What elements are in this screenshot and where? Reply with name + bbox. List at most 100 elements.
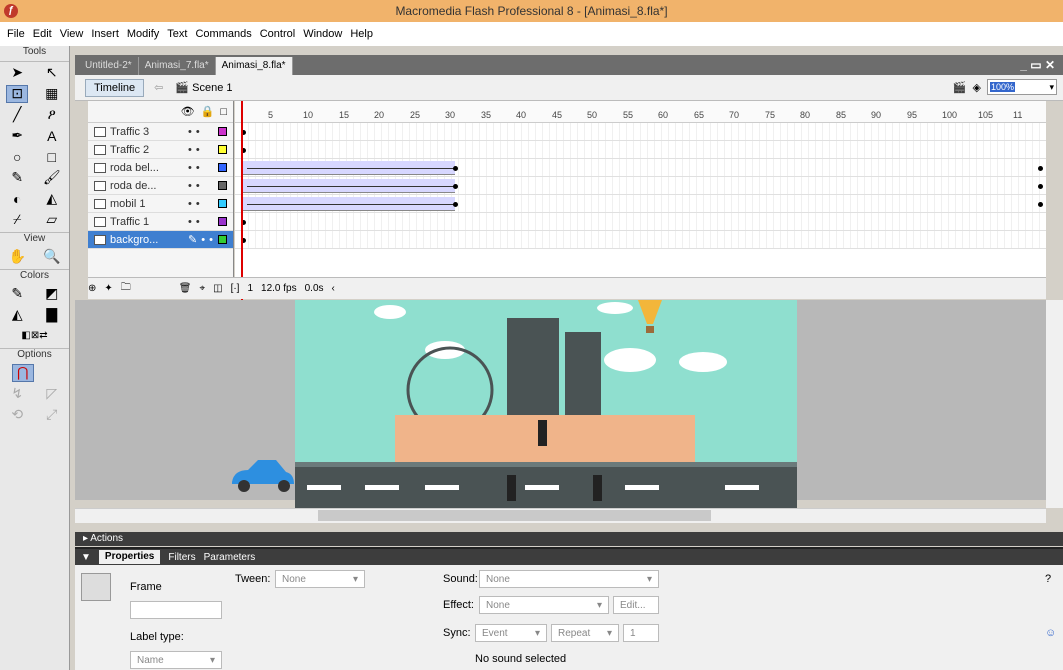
menu-text[interactable]: Text	[163, 28, 191, 40]
menu-insert[interactable]: Insert	[87, 28, 123, 40]
menu-help[interactable]: Help	[346, 28, 377, 40]
menu-view[interactable]: View	[56, 28, 88, 40]
eyedropper-tool-icon[interactable]: ⌿	[6, 211, 28, 229]
effect-select[interactable]: None ▾	[479, 596, 609, 614]
layer-icon	[94, 162, 106, 173]
properties-panel: ▼ Properties Filters Parameters Frame Tw…	[75, 547, 1063, 670]
layer-row[interactable]: roda bel... ••	[88, 159, 233, 177]
text-tool-icon[interactable]: A	[41, 127, 63, 145]
frame-ruler[interactable]: 5 10 15 20 25 30 35 40 45 50 55 60 65 70 75 80 85 90 95 100…	[235, 101, 1046, 123]
free-transform-tool-icon[interactable]: ⊡	[6, 84, 29, 103]
repeat-select[interactable]: Repeat ▾	[551, 624, 619, 642]
color-swap-icon[interactable]: ◧⊠⇄	[21, 327, 47, 345]
scene-label: Scene 1	[192, 82, 233, 94]
title-bar: ƒ Macromedia Flash Professional 8 - [Ani…	[0, 0, 1063, 22]
layer-row[interactable]: Traffic 2 ••	[88, 141, 233, 159]
scale-option-icon[interactable]: ⤢	[41, 406, 63, 424]
zoom-tool-icon[interactable]: 🔍	[41, 248, 63, 266]
fill-color-icon[interactable]: ◭	[6, 306, 28, 324]
menu-window[interactable]: Window	[299, 28, 346, 40]
add-layer-icon[interactable]: ⊕	[88, 283, 96, 294]
frame-icon	[81, 573, 111, 601]
eye-icon[interactable]: 👁	[181, 105, 195, 118]
menu-modify[interactable]: Modify	[123, 28, 163, 40]
stage-vertical-scrollbar[interactable]	[1046, 300, 1063, 508]
menu-control[interactable]: Control	[256, 28, 299, 40]
sound-select[interactable]: None ▾	[479, 570, 659, 588]
horizontal-scroll-thumb[interactable]	[318, 510, 711, 521]
add-guide-icon[interactable]: ✦	[104, 283, 112, 294]
layer-row-selected[interactable]: backgro... ✎••	[88, 231, 233, 249]
lasso-tool-icon[interactable]: ዖ	[41, 106, 63, 124]
eraser-tool-icon[interactable]: ▱	[41, 211, 63, 229]
delete-layer-icon[interactable]: 🗑	[179, 283, 192, 294]
add-folder-icon[interactable]: 🗀	[121, 280, 131, 297]
tween-select[interactable]: None ▾	[275, 570, 365, 588]
timeline-scroll-left-icon[interactable]: ‹	[332, 283, 335, 294]
layer-row[interactable]: roda de... ••	[88, 177, 233, 195]
stage-canvas[interactable]	[295, 300, 797, 508]
scene-breadcrumb[interactable]: 🎬 Scene 1	[175, 81, 232, 94]
window-controls[interactable]: _ ▭ ✕	[1020, 58, 1055, 72]
rectangle-tool-icon[interactable]: □	[41, 148, 63, 166]
snap-magnet-icon[interactable]: ⋂	[11, 363, 34, 382]
brush-tool-icon[interactable]: 🖌	[41, 169, 63, 187]
help-icon[interactable]: ?	[1045, 573, 1051, 585]
tab-filters[interactable]: Filters	[168, 552, 195, 563]
layer-row[interactable]: Traffic 1 ••	[88, 213, 233, 231]
fill-swatch-icon[interactable]: ▇	[41, 306, 63, 324]
edit-bar: Timeline ⇦ 🎬 Scene 1 🎬 ◈ 100% ▾	[75, 75, 1063, 101]
ink-bottle-tool-icon[interactable]: ◐	[6, 190, 28, 208]
line-tool-icon[interactable]: ╱	[6, 106, 28, 124]
oval-tool-icon[interactable]: ○	[6, 148, 28, 166]
edit-button[interactable]: Edit...	[613, 596, 659, 614]
straighten-option-icon[interactable]: ◸	[41, 385, 63, 403]
label-type-select[interactable]: Name ▾	[130, 651, 222, 669]
tab-animasi-8[interactable]: Animasi_8.fla*	[215, 57, 293, 75]
stroke-swatch-icon[interactable]: ◩	[41, 285, 63, 303]
smooth-option-icon[interactable]: ↯	[6, 385, 28, 403]
fill-transform-tool-icon[interactable]: ▦	[41, 85, 63, 103]
edit-scene-icon[interactable]: 🎬	[953, 81, 967, 94]
sound-label: Sound:	[443, 573, 478, 585]
sync-label: Sync:	[443, 627, 471, 639]
layer-row[interactable]: mobil 1 ••	[88, 195, 233, 213]
frames-grid[interactable]: 5 10 15 20 25 30 35 40 45 50 55 60 65 70 75 80 85 90 95 100…	[235, 101, 1046, 277]
collapse-arrow-icon[interactable]: ▼	[81, 552, 91, 563]
layer-icon	[94, 180, 106, 191]
layer-row[interactable]: Traffic 3 ••	[88, 123, 233, 141]
tab-properties[interactable]: Properties	[98, 550, 161, 564]
onion-skin-icon[interactable]: ◫	[213, 283, 222, 294]
repeat-count-input[interactable]: 1	[623, 624, 659, 642]
stroke-color-icon[interactable]: ✎	[6, 285, 28, 303]
menu-file[interactable]: File	[3, 28, 29, 40]
rotate-option-icon[interactable]: ⟲	[6, 406, 28, 424]
back-arrow-icon[interactable]: ⇦	[154, 81, 163, 94]
menu-edit[interactable]: Edit	[29, 28, 56, 40]
tab-animasi-7[interactable]: Animasi_7.fla*	[139, 57, 216, 75]
elapsed-time: 0.0s	[304, 283, 324, 294]
pencil-tool-icon[interactable]: ✎	[6, 169, 28, 187]
outline-icon[interactable]: □	[220, 106, 227, 118]
edit-symbol-icon[interactable]: ◈	[973, 81, 981, 94]
menu-commands[interactable]: Commands	[191, 28, 255, 40]
car-graphic[interactable]	[228, 458, 298, 494]
arrow-tool-icon[interactable]: ➤	[6, 64, 28, 82]
hand-tool-icon[interactable]: ✋	[6, 248, 28, 266]
lock-icon[interactable]: 🔒	[201, 105, 215, 118]
accessibility-icon[interactable]: ☺	[1045, 627, 1056, 639]
actions-panel-header[interactable]: ▸ Actions	[75, 532, 1063, 546]
frame-rate[interactable]: 12.0 fps	[261, 283, 297, 294]
subselect-tool-icon[interactable]: ↖	[41, 64, 63, 82]
zoom-select[interactable]: 100% ▾	[987, 79, 1057, 95]
pen-tool-icon[interactable]: ✒	[6, 127, 28, 145]
sync-select[interactable]: Event ▾	[475, 624, 547, 642]
frame-label-input[interactable]	[130, 601, 222, 619]
center-frame-icon[interactable]: ⌖	[199, 283, 205, 294]
timeline-toggle-button[interactable]: Timeline	[85, 78, 145, 97]
edit-markers-icon[interactable]: [·]	[231, 283, 240, 294]
tab-parameters[interactable]: Parameters	[204, 552, 256, 563]
tab-untitled-2[interactable]: Untitled-2*	[79, 57, 139, 75]
no-sound-status: No sound selected	[475, 653, 567, 665]
paint-bucket-tool-icon[interactable]: ◭	[41, 190, 63, 208]
